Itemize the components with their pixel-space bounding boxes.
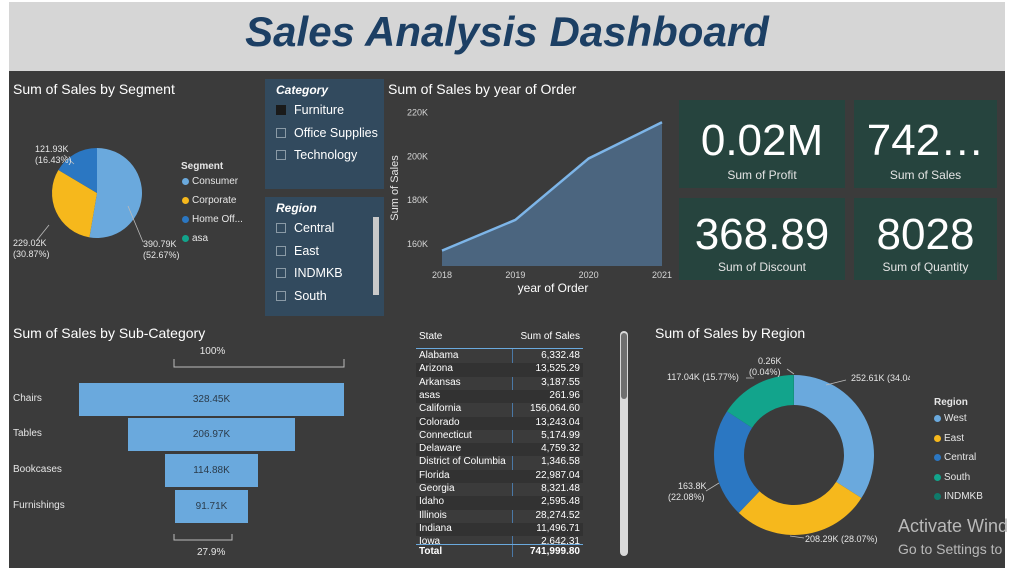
state-table-total-row: Total 741,999.80 — [416, 544, 583, 559]
total-value: 741,999.80 — [529, 546, 580, 557]
sales-cell: 1,346.58 — [541, 456, 580, 468]
sales-cell: 156,064.60 — [529, 403, 580, 415]
profit-card-label: Sum of Profit — [727, 168, 797, 182]
table-row[interactable]: Arizona 13,525.29 — [416, 363, 583, 377]
table-row[interactable]: California 156,064.60 — [416, 403, 583, 416]
area-x-axis-label: year of Order — [518, 281, 589, 295]
sales-cell: 8,321.48 — [541, 483, 580, 494]
table-row[interactable]: District of Columbia 1,346.58 — [416, 456, 583, 469]
sales-cell: 11,496.71 — [536, 522, 580, 534]
table-scrollbar-thumb[interactable] — [621, 333, 627, 399]
profit-card[interactable]: 0.02M Sum of Profit — [679, 100, 845, 188]
sales-card[interactable]: 742… Sum of Sales — [854, 100, 997, 188]
quantity-card-value: 8028 — [876, 210, 975, 259]
table-row[interactable]: Indiana 11,496.71 — [416, 522, 583, 537]
legend-dot-icon — [934, 434, 941, 442]
legend-label: East — [944, 432, 965, 444]
region-donut-chart[interactable]: 252.61K (34.04%) 208.29K (28.07%) 163.8K… — [650, 345, 910, 555]
state-cell: Arizona — [419, 363, 453, 375]
area-fill[interactable] — [442, 122, 662, 266]
state-cell: District of Columbia — [419, 456, 506, 468]
area-x-tick-label: 2021 — [652, 270, 672, 280]
table-row[interactable]: asas 261.96 — [416, 389, 583, 404]
region-legend-item[interactable]: West — [934, 413, 967, 424]
sales-cell: 2,595.48 — [541, 496, 580, 508]
discount-card-value: 368.89 — [694, 210, 830, 259]
state-cell: Colorado — [419, 416, 460, 428]
sales-card-value: 742… — [866, 116, 985, 165]
table-row[interactable]: Illinois 28,274.52 — [416, 510, 583, 523]
table-row[interactable]: Alabama 6,332.48 — [416, 350, 583, 363]
table-row[interactable]: Idaho 2,595.48 — [416, 496, 583, 510]
state-cell: Delaware — [419, 443, 462, 455]
discount-card-label: Sum of Discount — [717, 260, 807, 274]
central-value-label-1: 163.8K — [678, 481, 707, 491]
state-cell: Connecticut — [419, 429, 472, 441]
east-value-label: 208.29K (28.07%) — [805, 534, 878, 544]
sales-cell: 6,332.48 — [541, 350, 580, 361]
table-row[interactable]: Georgia 8,321.48 — [416, 483, 583, 496]
state-cell: asas — [419, 389, 441, 401]
table-row[interactable]: Delaware 4,759.32 — [416, 443, 583, 457]
legend-label: INDMKB — [944, 491, 983, 502]
sales-cell: 13,243.04 — [535, 416, 581, 428]
sales-card-label: Sum of Sales — [889, 168, 962, 182]
sales-column-header[interactable]: Sum of Sales — [521, 331, 580, 342]
region-legend-title: Region — [934, 397, 968, 408]
sales-cell: 261.96 — [549, 389, 580, 401]
region-chart-title: Sum of Sales by Region — [655, 325, 806, 341]
state-cell: California — [419, 403, 462, 415]
area-x-tick-label: 2018 — [432, 270, 452, 280]
sales-cell: 22,987.04 — [535, 469, 581, 481]
table-row[interactable]: Arkansas 3,187.55 — [416, 377, 583, 390]
state-cell: Indiana — [419, 522, 452, 534]
south-value-label: 117.04K (15.77%) — [667, 372, 739, 382]
area-x-tick-label: 2020 — [579, 270, 599, 280]
indmkb-value-label-2: (0.04%) — [749, 367, 781, 377]
state-cell: Arkansas — [419, 376, 461, 388]
discount-card[interactable]: 368.89 Sum of Discount — [679, 198, 845, 280]
state-cell: Florida — [419, 469, 450, 481]
state-cell: Georgia — [419, 483, 455, 494]
state-cell: Alabama — [419, 350, 459, 361]
region-legend-item[interactable]: East — [934, 433, 964, 444]
state-cell: Illinois — [419, 509, 447, 521]
legend-dot-icon — [934, 454, 941, 461]
total-label: Total — [419, 546, 443, 557]
sales-cell: 28,274.52 — [535, 509, 581, 521]
table-row[interactable]: Connecticut 5,174.99 — [416, 430, 583, 443]
west-value-label: 252.61K (34.04%) — [851, 373, 910, 383]
state-cell: Idaho — [419, 496, 445, 508]
region-legend: West East Central South INDMKB — [934, 413, 1004, 513]
activate-windows-watermark: Activate Wind — [898, 516, 1009, 536]
quantity-card[interactable]: 8028 Sum of Quantity — [854, 198, 997, 280]
indmkb-value-label-1: 0.26K — [758, 356, 782, 366]
table-row[interactable]: Colorado 13,243.04 — [416, 416, 583, 430]
region-legend-item[interactable]: South — [934, 472, 970, 483]
profit-card-value: 0.02M — [700, 116, 824, 165]
sales-cell: 4,759.32 — [541, 443, 580, 455]
region-slice-west[interactable] — [794, 375, 874, 499]
funnel-bottom-percent: 27.9% — [197, 547, 226, 558]
legend-label: West — [944, 413, 967, 424]
table-row[interactable]: Florida 22,987.04 — [416, 469, 583, 483]
sales-cell: 5,174.99 — [541, 429, 580, 441]
state-table-header: State Sum of Sales — [416, 330, 583, 349]
state-column-header[interactable]: State — [419, 331, 442, 342]
sales-by-year-area-chart[interactable]: 160K180K200K220K2018 2019 2020 2021 Sum of … — [384, 100, 676, 298]
sales-cell: 3,187.55 — [541, 376, 580, 388]
sales-cell: 13,525.29 — [535, 363, 581, 375]
region-legend-item[interactable]: INDMKB — [934, 491, 983, 502]
central-value-label-2: (22.08%) — [668, 492, 705, 502]
area-x-tick-label: 2019 — [505, 270, 525, 280]
activate-windows-subtext: Go to Settings to — [898, 541, 1003, 557]
legend-dot-icon — [934, 415, 941, 422]
legend-label: South — [944, 471, 971, 483]
legend-dot-icon — [934, 493, 941, 500]
region-legend-item[interactable]: Central — [934, 452, 976, 463]
legend-label: Central — [944, 452, 977, 463]
quantity-card-label: Sum of Quantity — [882, 260, 969, 274]
legend-dot-icon — [934, 473, 941, 481]
